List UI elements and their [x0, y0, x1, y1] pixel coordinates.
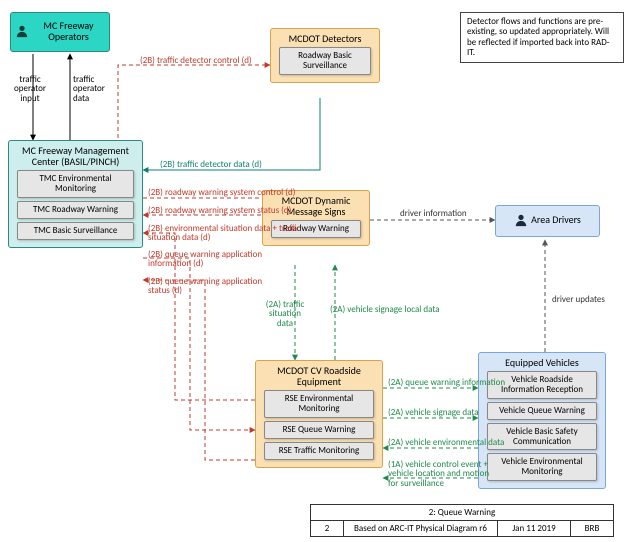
- node-drivers: Area Drivers: [495, 205, 600, 237]
- lbl-v-ctrl: (1A) vehicle control event + vehicle loc…: [388, 460, 498, 488]
- node-vehicles-title: Equipped Vehicles: [483, 357, 601, 368]
- lbl-op-out: traffic operator data: [73, 75, 121, 103]
- lbl-drv-info: driver information: [400, 209, 467, 218]
- node-rse: MCDOT CV Roadside Equipment RSE Environm…: [255, 360, 383, 468]
- footer-table: 2: Queue Warning 2 Based on ARC-IT Physi…: [310, 504, 614, 537]
- lbl-tsd: (2A) traffic situation data: [260, 300, 310, 328]
- footer-header: 2: Queue Warning: [311, 505, 614, 521]
- user-icon: [15, 24, 29, 41]
- rse-sub-1: RSE Queue Warning: [264, 421, 374, 439]
- node-operators: MC Freeway Operators: [10, 12, 110, 52]
- lbl-q-warn: (2A) queue warning information: [388, 378, 505, 387]
- lbl-det-ctrl: (2B) traffic detector control (d): [140, 56, 252, 65]
- lbl-q-stat: (2B) queue warning application status (d…: [148, 277, 268, 296]
- vehicles-sub-3: Vehicle Environmental Monitoring: [487, 453, 597, 481]
- lbl-op-in: traffic operator input: [10, 75, 50, 103]
- node-operators-title: MC Freeway Operators: [32, 20, 105, 42]
- footer-by: BRB: [571, 521, 614, 537]
- lbl-rw-stat: (2B) roadway warning system status (d): [148, 206, 291, 215]
- node-center-title: MC Freeway Management Center (BASIL/PINC…: [13, 145, 138, 167]
- footer-num: 2: [311, 521, 344, 537]
- node-center: MC Freeway Management Center (BASIL/PINC…: [8, 140, 143, 248]
- node-detectors: MCDOT Detectors Roadway Basic Surveillan…: [270, 28, 380, 83]
- detectors-sub-0: Roadway Basic Surveillance: [279, 47, 371, 75]
- user-icon-2: [514, 213, 528, 230]
- node-rse-title: MCDOT CV Roadside Equipment: [260, 365, 378, 387]
- lbl-drv-upd: driver updates: [552, 295, 605, 304]
- rse-sub-2: RSE Traffic Monitoring: [264, 442, 374, 460]
- note-text: Detector flows and functions are pre-exi…: [467, 16, 610, 58]
- node-drivers-title: Area Drivers: [531, 214, 581, 225]
- lbl-sig-local: (2A) vehicle signage local data: [330, 305, 450, 314]
- footer-basis: Based on ARC-IT Physical Diagram r6: [344, 521, 498, 537]
- center-sub-2: TMC Basic Surveillance: [17, 222, 134, 240]
- note-box: Detector flows and functions are pre-exi…: [460, 12, 624, 63]
- center-sub-0: TMC Environmental Monitoring: [17, 170, 134, 198]
- lbl-rw-ctrl: (2B) roadway warning system control (d): [148, 188, 295, 197]
- node-detectors-title: MCDOT Detectors: [275, 33, 375, 44]
- lbl-det-data: (2B) traffic detector data (d): [160, 160, 262, 169]
- footer-date: Jan 11 2019: [498, 521, 571, 537]
- lbl-sig-data: (2A) vehicle signage data: [388, 408, 479, 417]
- rse-sub-0: RSE Environmental Monitoring: [264, 390, 374, 418]
- vehicles-sub-1: Vehicle Queue Warning: [487, 402, 597, 420]
- center-sub-1: TMC Roadway Warning: [17, 201, 134, 219]
- lbl-env-data: (2A) vehicle environmental data: [388, 438, 504, 447]
- lbl-env-sit: (2B) environmental situation data + traf…: [148, 224, 308, 243]
- lbl-q-info: (2B) queue warning application informati…: [148, 250, 298, 269]
